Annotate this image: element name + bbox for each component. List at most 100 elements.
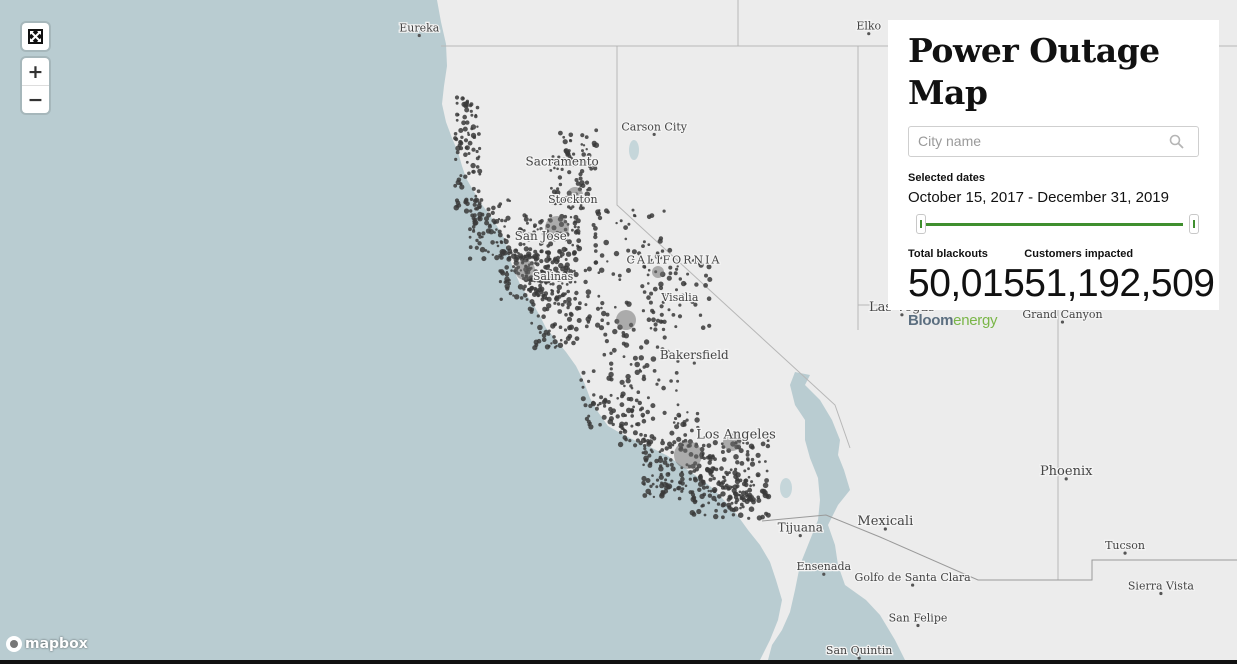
outage-dot — [540, 219, 544, 223]
outage-dot — [629, 363, 633, 366]
outage-dot — [512, 294, 515, 297]
outage-dot — [564, 313, 568, 317]
outage-dot — [600, 318, 604, 323]
outage-dot — [585, 289, 592, 295]
zoom-out-button[interactable]: − — [22, 85, 49, 113]
outage-dot — [487, 250, 490, 254]
outage-dot — [733, 474, 738, 480]
outage-dot — [539, 259, 544, 264]
outage-dot — [474, 207, 478, 211]
outage-dot — [677, 314, 683, 319]
place-name: Sacramento — [526, 154, 599, 168]
outage-dot — [552, 339, 558, 345]
outage-dot — [682, 422, 687, 427]
outage-dot — [651, 474, 654, 477]
zoom-in-button[interactable]: + — [22, 58, 49, 85]
outage-dot — [739, 506, 742, 510]
outage-dot — [478, 146, 482, 151]
outage-dot — [477, 155, 481, 158]
outage-dot — [679, 472, 685, 478]
outage-dot — [622, 429, 628, 434]
outage-dot — [664, 478, 668, 482]
outage-dot — [593, 260, 599, 265]
outage-dot — [565, 283, 569, 286]
outage-dot — [592, 393, 596, 397]
outage-dot — [472, 228, 475, 231]
outage-dot — [455, 150, 460, 155]
outage-dot — [746, 450, 750, 454]
outage-dot — [640, 412, 646, 418]
outage-dot — [573, 256, 579, 263]
outage-dot — [499, 240, 503, 244]
mapbox-icon — [6, 636, 22, 652]
outage-dot — [737, 493, 740, 497]
outage-dot — [571, 243, 574, 247]
outage-dot — [627, 222, 631, 226]
place-name: Stockton — [548, 193, 598, 206]
outage-dot — [669, 458, 673, 462]
outage-dot — [593, 232, 598, 236]
outage-dot — [676, 485, 682, 491]
slider-end-handle[interactable] — [1189, 214, 1199, 234]
outage-dot — [764, 460, 767, 463]
outage-dot — [587, 379, 591, 383]
outage-dot — [510, 269, 513, 272]
search-input[interactable] — [909, 127, 1158, 155]
outage-dot — [622, 355, 626, 358]
outage-dot — [632, 213, 637, 218]
outage-dot — [481, 256, 487, 262]
outage-dot — [698, 477, 703, 482]
outage-dot — [508, 291, 513, 296]
outage-dot — [645, 409, 650, 415]
fullscreen-button[interactable] — [22, 23, 49, 50]
outage-dot — [678, 277, 682, 281]
outage-dot — [664, 446, 669, 451]
outage-dot — [618, 430, 623, 435]
outage-dot — [641, 244, 645, 249]
outage-dot — [630, 410, 634, 414]
bloom-energy-logo[interactable]: Bloomenergy — [908, 312, 1199, 329]
outage-dot — [713, 489, 717, 493]
outage-dot — [573, 225, 577, 229]
outage-dot — [522, 242, 526, 246]
outage-dot — [653, 327, 658, 332]
outage-dot — [556, 289, 561, 294]
outage-dot — [591, 223, 596, 227]
outage-dot — [529, 218, 533, 222]
outage-dot — [722, 475, 725, 478]
outage-dot — [639, 432, 643, 437]
outage-dot — [707, 277, 713, 282]
date-range-slider[interactable] — [908, 214, 1199, 236]
outage-dot — [470, 113, 474, 117]
place-label: CALIFORNIA — [625, 252, 720, 268]
outage-dot — [755, 452, 761, 458]
outage-dot — [487, 224, 492, 229]
place-name: Eureka — [399, 21, 440, 34]
outage-dot — [674, 325, 678, 329]
outage-dot — [707, 323, 712, 328]
mapbox-logo[interactable]: mapbox — [6, 636, 88, 652]
outage-dot — [737, 512, 744, 518]
outage-dot — [688, 477, 692, 481]
outage-dot — [455, 101, 459, 105]
outage-dot — [476, 125, 479, 128]
outage-dot — [704, 273, 708, 278]
outage-dot — [564, 292, 567, 296]
outage-dot — [491, 253, 494, 256]
outage-dot — [477, 241, 482, 246]
outage-dot — [609, 393, 613, 397]
outage-dot — [717, 494, 722, 499]
slider-start-handle[interactable] — [916, 214, 926, 234]
outage-dot — [602, 352, 607, 357]
outage-dot — [676, 403, 680, 407]
outage-dot — [543, 291, 549, 296]
outage-dot — [498, 280, 502, 284]
outage-dot — [764, 511, 769, 516]
outage-dot — [671, 313, 676, 317]
outage-cluster — [616, 310, 636, 330]
search-icon[interactable] — [1169, 134, 1184, 149]
outage-dot — [691, 512, 697, 517]
outage-dot — [680, 476, 685, 482]
outage-dot — [690, 496, 696, 502]
outage-dot — [454, 95, 460, 100]
